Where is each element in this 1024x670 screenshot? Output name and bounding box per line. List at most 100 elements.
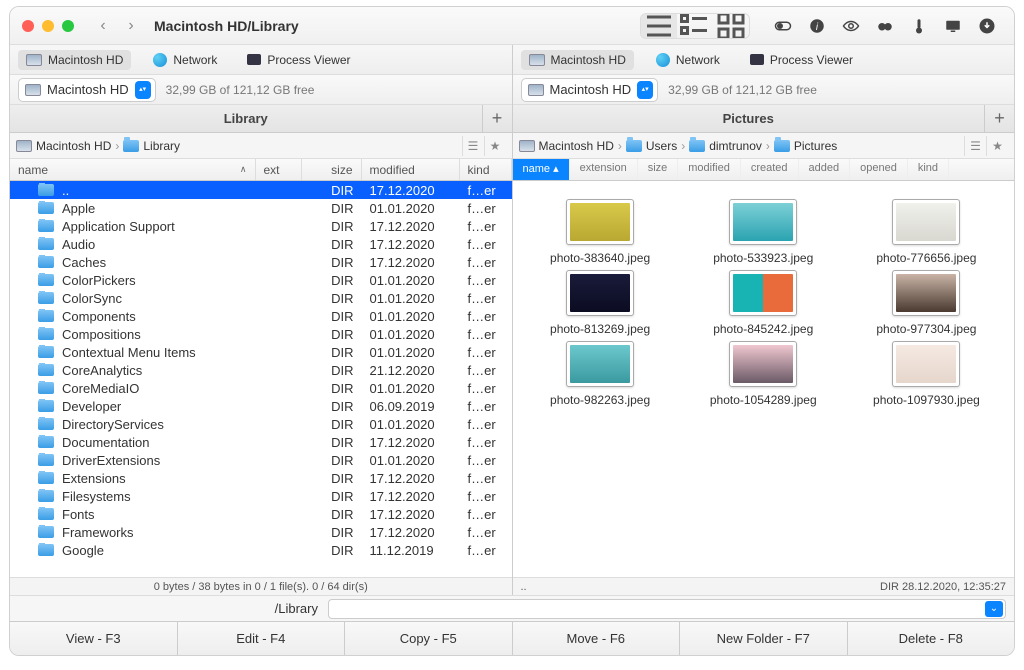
col-ext[interactable]: ext	[256, 159, 302, 180]
table-row[interactable]: DeveloperDIR06.09.2019f…er	[10, 397, 512, 415]
footer-button[interactable]: New Folder - F7	[680, 622, 848, 655]
command-input[interactable]: ⌄	[328, 599, 1006, 619]
col-name[interactable]: name ▴	[513, 159, 570, 180]
add-tab-button[interactable]: +	[482, 105, 512, 132]
thumbnail-label: photo-1097930.jpeg	[873, 393, 980, 408]
thumbnail-item[interactable]: photo-383640.jpeg	[523, 199, 678, 266]
table-row[interactable]: FrameworksDIR17.12.2020f…er	[10, 523, 512, 541]
thumbnail-item[interactable]: photo-982263.jpeg	[523, 341, 678, 408]
forward-button[interactable]: ›	[120, 15, 142, 37]
col-modified[interactable]: modified	[362, 159, 460, 180]
breadcrumb-item[interactable]: dimtrunov	[709, 139, 762, 153]
thumbnail-item[interactable]: photo-813269.jpeg	[523, 270, 678, 337]
table-row[interactable]: AudioDIR17.12.2020f…er	[10, 235, 512, 253]
breadcrumb-item[interactable]: Users	[646, 139, 677, 153]
tab-macintosh-hd[interactable]: Macintosh HD	[18, 50, 131, 70]
chevron-right-icon: ›	[681, 139, 685, 153]
col-added[interactable]: added	[799, 159, 851, 180]
table-row[interactable]: ColorPickersDIR01.01.2020f…er	[10, 271, 512, 289]
table-row[interactable]: CachesDIR17.12.2020f…er	[10, 253, 512, 271]
list-mode-icon[interactable]: ☰	[964, 136, 986, 156]
download-icon[interactable]	[972, 14, 1002, 38]
table-row[interactable]: ColorSyncDIR01.01.2020f…er	[10, 289, 512, 307]
tab-network[interactable]: Network	[648, 50, 728, 70]
toggle-icon[interactable]	[768, 14, 798, 38]
thumbnail-item[interactable]: photo-1097930.jpeg	[849, 341, 1004, 408]
right-status: .. DIR 28.12.2020, 12:35:27	[513, 577, 1015, 595]
list-mode-icon[interactable]: ☰	[462, 136, 484, 156]
col-created[interactable]: created	[741, 159, 799, 180]
table-row[interactable]: AppleDIR01.01.2020f…er	[10, 199, 512, 217]
info-icon[interactable]: i	[802, 14, 832, 38]
footer-button[interactable]: Copy - F5	[345, 622, 513, 655]
thumbnail-item[interactable]: photo-845242.jpeg	[686, 270, 841, 337]
close-icon[interactable]	[22, 20, 34, 32]
table-row[interactable]: CoreMediaIODIR01.01.2020f…er	[10, 379, 512, 397]
table-row[interactable]: DriverExtensionsDIR01.01.2020f…er	[10, 451, 512, 469]
view-mode-segmented[interactable]	[640, 13, 750, 39]
minimize-icon[interactable]	[42, 20, 54, 32]
col-size[interactable]: size	[638, 159, 679, 180]
footer-button[interactable]: Delete - F8	[848, 622, 1015, 655]
footer-button[interactable]: Edit - F4	[178, 622, 346, 655]
add-tab-button[interactable]: +	[984, 105, 1014, 132]
left-status: 0 bytes / 38 bytes in 0 / 1 file(s). 0 /…	[10, 577, 512, 595]
col-size[interactable]: size	[302, 159, 362, 180]
breadcrumb-item[interactable]: Pictures	[794, 139, 837, 153]
breadcrumb-item[interactable]: Macintosh HD	[36, 139, 111, 153]
breadcrumb-item[interactable]: Library	[143, 139, 180, 153]
col-extension[interactable]: extension	[570, 159, 638, 180]
volume-selector[interactable]: Macintosh HD ▴▾	[521, 78, 659, 102]
chevron-down-icon[interactable]: ⌄	[985, 601, 1003, 617]
thermometer-icon[interactable]	[904, 14, 934, 38]
table-row[interactable]: DirectoryServicesDIR01.01.2020f…er	[10, 415, 512, 433]
favorite-icon[interactable]: ★	[484, 136, 506, 156]
zoom-icon[interactable]	[62, 20, 74, 32]
table-row[interactable]: Application SupportDIR17.12.2020f…er	[10, 217, 512, 235]
right-icon-view[interactable]: photo-383640.jpegphoto-533923.jpegphoto-…	[513, 181, 1015, 577]
table-row[interactable]: Contextual Menu ItemsDIR01.01.2020f…er	[10, 343, 512, 361]
left-file-list[interactable]: ..DIR17.12.2020f…erAppleDIR01.01.2020f…e…	[10, 181, 512, 577]
folder-icon	[38, 382, 54, 394]
thumbnail-label: photo-977304.jpeg	[876, 322, 976, 337]
thumbnail-item[interactable]: photo-533923.jpeg	[686, 199, 841, 266]
col-modified[interactable]: modified	[678, 159, 741, 180]
right-tab-label[interactable]: Pictures	[513, 111, 985, 126]
table-row[interactable]: ..DIR17.12.2020f…er	[10, 181, 512, 199]
col-kind[interactable]: kind	[460, 159, 512, 180]
tab-macintosh-hd[interactable]: Macintosh HD	[521, 50, 634, 70]
view-list-icon[interactable]	[641, 14, 677, 38]
table-row[interactable]: FilesystemsDIR17.12.2020f…er	[10, 487, 512, 505]
favorite-icon[interactable]: ★	[986, 136, 1008, 156]
col-name[interactable]: name∧	[10, 159, 256, 180]
volume-selector[interactable]: Macintosh HD ▴▾	[18, 78, 156, 102]
table-row[interactable]: CoreAnalyticsDIR21.12.2020f…er	[10, 361, 512, 379]
table-row[interactable]: DocumentationDIR17.12.2020f…er	[10, 433, 512, 451]
folder-icon	[38, 490, 54, 502]
tab-network[interactable]: Network	[145, 50, 225, 70]
footer-button[interactable]: Move - F6	[513, 622, 681, 655]
table-row[interactable]: ExtensionsDIR17.12.2020f…er	[10, 469, 512, 487]
col-opened[interactable]: opened	[850, 159, 908, 180]
thumbnail-item[interactable]: photo-977304.jpeg	[849, 270, 1004, 337]
col-kind[interactable]: kind	[908, 159, 949, 180]
tab-process-viewer[interactable]: Process Viewer	[239, 50, 358, 70]
left-tab-label[interactable]: Library	[10, 111, 482, 126]
tab-process-viewer[interactable]: Process Viewer	[742, 50, 861, 70]
thumbnail-item[interactable]: photo-1054289.jpeg	[686, 341, 841, 408]
back-button[interactable]: ‹	[92, 15, 114, 37]
breadcrumb-item[interactable]: Macintosh HD	[539, 139, 614, 153]
thumbnail-image	[566, 270, 634, 316]
view-columns-icon[interactable]	[677, 14, 713, 38]
binoculars-icon[interactable]	[870, 14, 900, 38]
view-icons-icon[interactable]	[713, 14, 749, 38]
footer-button[interactable]: View - F3	[10, 622, 178, 655]
folder-icon	[38, 328, 54, 340]
table-row[interactable]: GoogleDIR11.12.2019f…er	[10, 541, 512, 559]
table-row[interactable]: ComponentsDIR01.01.2020f…er	[10, 307, 512, 325]
quicklook-icon[interactable]	[836, 14, 866, 38]
table-row[interactable]: FontsDIR17.12.2020f…er	[10, 505, 512, 523]
table-row[interactable]: CompositionsDIR01.01.2020f…er	[10, 325, 512, 343]
thumbnail-item[interactable]: photo-776656.jpeg	[849, 199, 1004, 266]
monitor-icon[interactable]	[938, 14, 968, 38]
